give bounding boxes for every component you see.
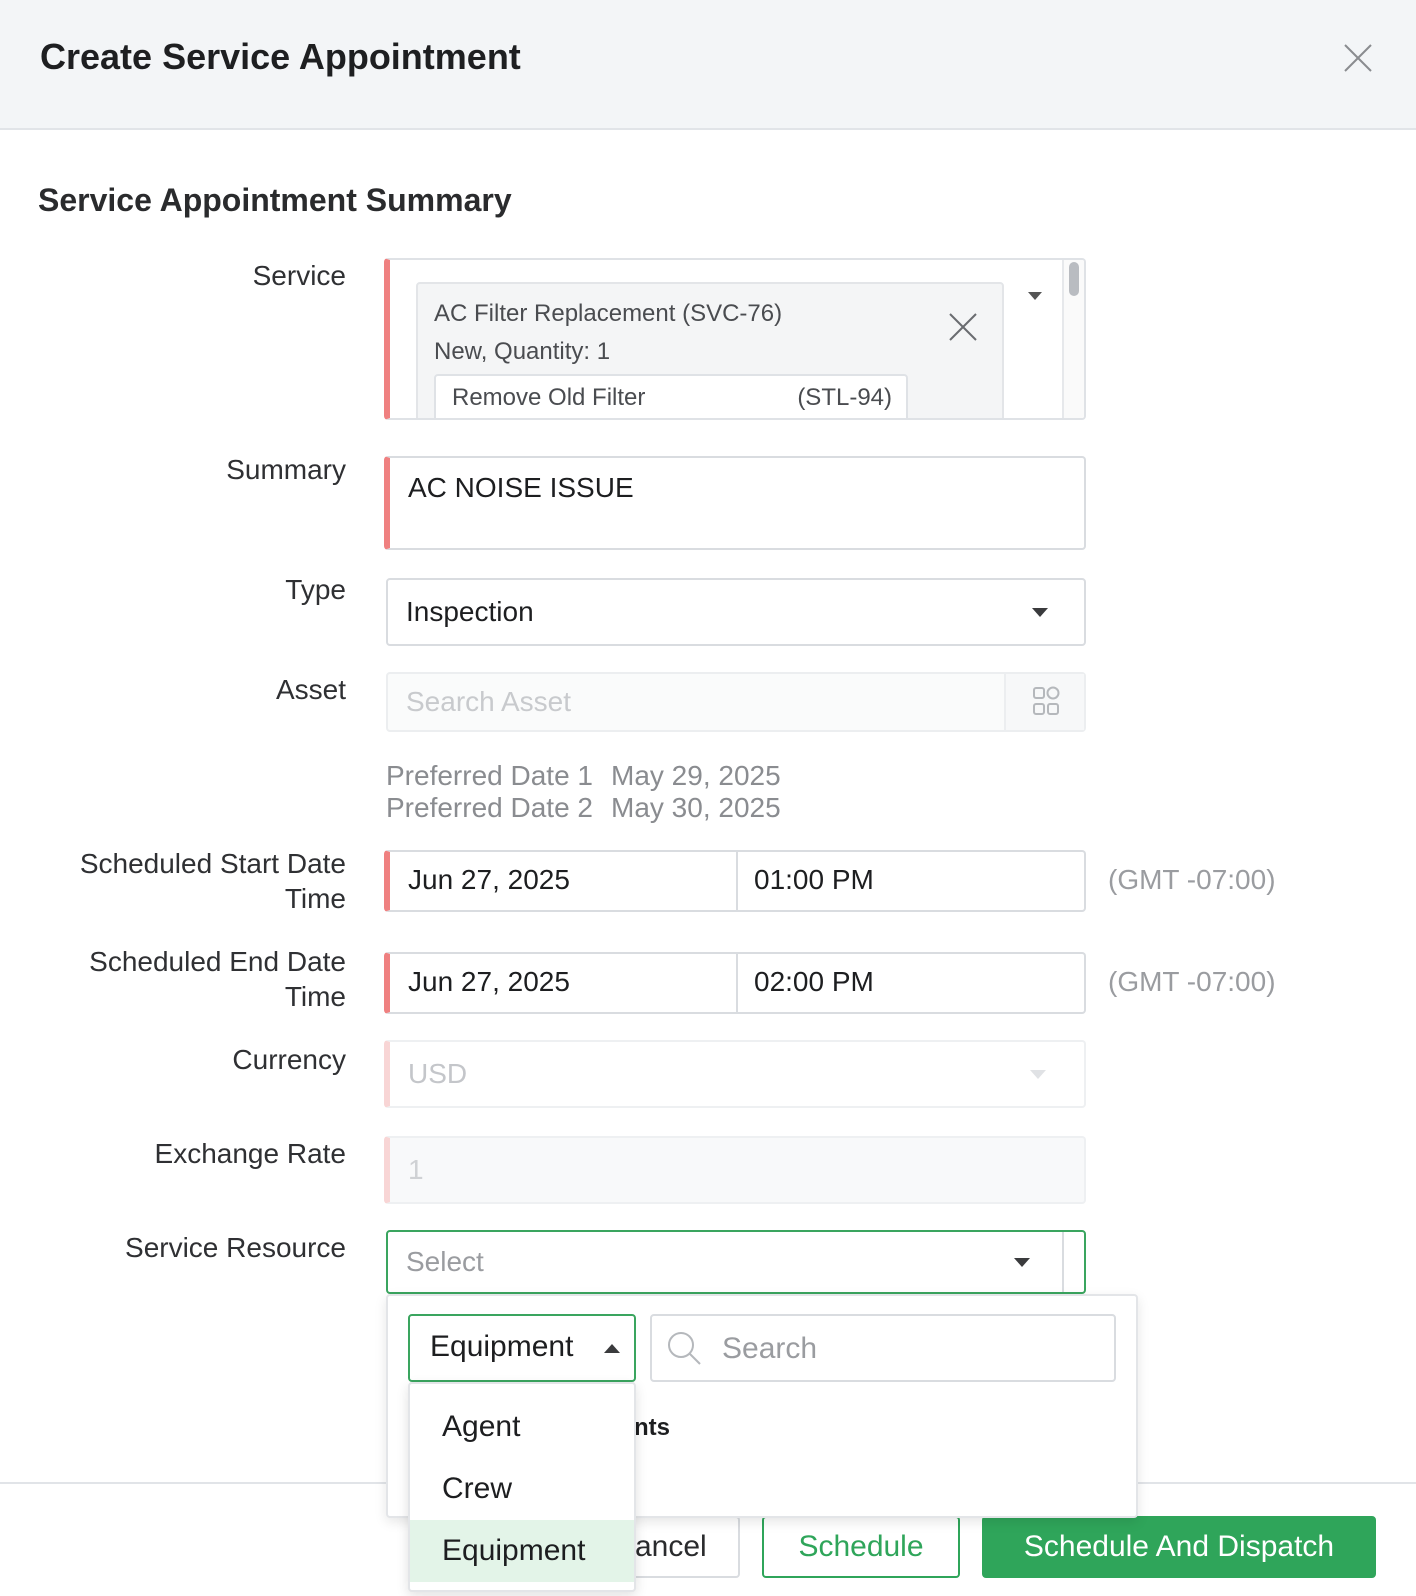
- resource-category-select[interactable]: Equipment: [408, 1314, 636, 1382]
- chevron-down-icon: [1032, 608, 1048, 617]
- section-title: Service Appointment Summary: [38, 182, 512, 218]
- chevron-up-icon: [604, 1344, 620, 1353]
- scheduled-end-field: Jun 27, 2025 02:00 PM: [384, 952, 1086, 1014]
- scheduled-start-field: Jun 27, 2025 01:00 PM: [384, 850, 1086, 912]
- menu-item-agent[interactable]: Agent: [410, 1396, 634, 1458]
- exchange-rate-field: 1: [384, 1136, 1086, 1204]
- menu-item-crew[interactable]: Crew: [410, 1458, 634, 1520]
- asset-label: Asset: [275, 674, 346, 705]
- preferred-date-label: Preferred Date 2: [386, 792, 593, 823]
- summary-field[interactable]: AC NOISE ISSUE: [384, 456, 1086, 550]
- type-select[interactable]: Inspection: [386, 578, 1086, 646]
- schedule-button[interactable]: Schedule: [762, 1516, 960, 1578]
- timezone-label: (GMT -07:00): [1108, 864, 1276, 895]
- currency-select: USD: [384, 1040, 1086, 1108]
- asset-placeholder: Search Asset: [406, 686, 571, 717]
- currency-label: Currency: [232, 1044, 346, 1075]
- chevron-down-icon[interactable]: [1028, 292, 1042, 300]
- scheduled-start-date-input[interactable]: Jun 27, 2025: [408, 864, 570, 896]
- type-value: Inspection: [406, 596, 534, 627]
- partially-hidden-text: nts: [634, 1414, 670, 1441]
- service-resource-placeholder: Select: [406, 1246, 484, 1277]
- service-label: Service: [252, 260, 346, 291]
- exchange-rate-label: Exchange Rate: [154, 1138, 346, 1169]
- service-detail: New, Quantity: 1: [434, 338, 611, 365]
- divider: [1062, 1232, 1064, 1292]
- type-label: Type: [285, 574, 346, 605]
- resource-category-value: Equipment: [430, 1330, 574, 1363]
- scheduled-end-label: Scheduled End Date Time: [89, 946, 346, 1012]
- exchange-rate-value: 1: [408, 1154, 424, 1185]
- service-resource-label: Service Resource: [125, 1232, 346, 1263]
- modal-title: Create Service Appointment: [40, 36, 521, 77]
- scrollbar-thumb[interactable]: [1069, 262, 1079, 296]
- asset-search-input[interactable]: Search Asset: [386, 672, 1086, 732]
- chevron-down-icon: [1030, 1070, 1046, 1079]
- timezone-label: (GMT -07:00): [1108, 966, 1276, 997]
- task-name: Remove Old Filter: [452, 384, 646, 411]
- resource-category-menu: Agent Crew Equipment: [408, 1382, 636, 1592]
- grid-icon: [1033, 686, 1060, 715]
- search-placeholder: Search: [722, 1332, 818, 1365]
- asset-lookup-button[interactable]: [1004, 674, 1084, 730]
- menu-item-equipment[interactable]: Equipment: [410, 1520, 634, 1582]
- preferred-date-value: May 29, 2025: [611, 760, 781, 791]
- preferred-date-1: Preferred Date 1 May 29, 2025: [386, 760, 781, 792]
- summary-value: AC NOISE ISSUE: [408, 472, 634, 503]
- preferred-date-label: Preferred Date 1: [386, 760, 593, 791]
- service-lookup[interactable]: AC Filter Replacement (SVC-76) New, Quan…: [384, 258, 1086, 420]
- resource-search-input[interactable]: Search: [650, 1314, 1116, 1382]
- divider: [736, 852, 738, 910]
- preferred-date-value: May 30, 2025: [611, 792, 781, 823]
- service-chip: AC Filter Replacement (SVC-76) New, Quan…: [416, 282, 1004, 418]
- modal-header: Create Service Appointment: [0, 0, 1416, 130]
- service-name: AC Filter Replacement (SVC-76): [434, 300, 783, 327]
- close-icon[interactable]: [1342, 42, 1374, 74]
- preferred-date-2: Preferred Date 2 May 30, 2025: [386, 792, 781, 824]
- service-task-chip: Remove Old Filter (STL-94): [434, 374, 908, 418]
- chevron-down-icon: [1014, 1258, 1030, 1267]
- task-code: (STL-94): [797, 384, 892, 411]
- currency-value: USD: [408, 1058, 468, 1089]
- summary-label: Summary: [226, 454, 346, 485]
- service-scrollbar[interactable]: [1062, 260, 1084, 418]
- scheduled-end-date-input[interactable]: Jun 27, 2025: [408, 966, 570, 998]
- scheduled-end-time-input[interactable]: 02:00 PM: [754, 966, 874, 998]
- scheduled-start-time-input[interactable]: 01:00 PM: [754, 864, 874, 896]
- remove-service-icon[interactable]: [946, 310, 980, 344]
- search-icon: [668, 1332, 701, 1365]
- divider: [736, 954, 738, 1012]
- schedule-and-dispatch-button[interactable]: Schedule And Dispatch: [982, 1516, 1376, 1578]
- scheduled-start-label: Scheduled Start Date Time: [79, 848, 346, 914]
- service-resource-select[interactable]: Select: [386, 1230, 1086, 1294]
